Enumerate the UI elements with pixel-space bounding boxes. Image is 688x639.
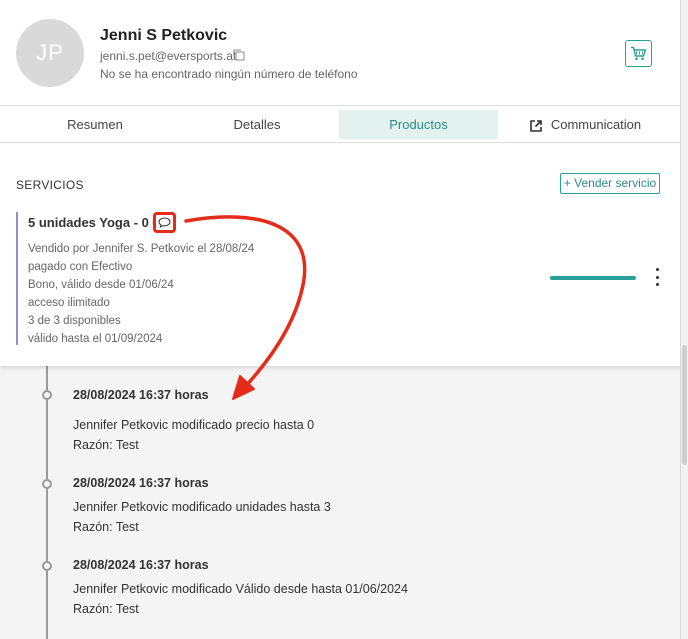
customer-panel: JP Jenni S Petkovic jenni.s.pet@everspor… bbox=[0, 0, 681, 639]
copy-icon[interactable] bbox=[232, 48, 246, 62]
history-timeline: 28/08/2024 16:37 horas Jennifer Petkovic… bbox=[0, 366, 680, 639]
timeline-text: Jennifer Petkovic modificado unidades ha… bbox=[73, 500, 331, 514]
customer-email: jenni.s.pet@eversports.at bbox=[100, 49, 237, 63]
avatar: JP bbox=[16, 19, 84, 87]
service-item: 5 unidades Yoga - 0 € Vendido por Jennif… bbox=[16, 212, 676, 345]
service-detail-line: pagado con Efectivo bbox=[28, 261, 133, 273]
service-details: Vendido por Jennifer S. Petkovic el 28/0… bbox=[28, 240, 254, 348]
timeline-date: 28/08/2024 16:37 horas bbox=[73, 388, 209, 402]
service-detail-line: 3 de 3 disponibles bbox=[28, 315, 121, 327]
timeline-dot bbox=[42, 479, 52, 489]
tab-productos[interactable]: Productos bbox=[339, 110, 498, 139]
cart-button[interactable] bbox=[625, 40, 652, 67]
scrollbar-thumb[interactable] bbox=[682, 345, 687, 465]
timeline-line bbox=[46, 366, 48, 639]
services-heading: SERVICIOS bbox=[16, 178, 84, 192]
service-detail-line: Vendido por Jennifer S. Petkovic el 28/0… bbox=[28, 243, 255, 255]
timeline-text: Jennifer Petkovic modificado precio hast… bbox=[73, 418, 315, 432]
timeline-reason: Razón: Test bbox=[73, 438, 139, 452]
kebab-menu-icon[interactable] bbox=[652, 268, 662, 286]
sell-service-button[interactable]: + Vender servicio bbox=[560, 173, 660, 194]
comment-icon[interactable] bbox=[153, 212, 176, 233]
tab-detalles[interactable]: Detalles bbox=[162, 110, 352, 139]
service-detail-line: acceso ilimitado bbox=[28, 297, 110, 309]
external-link-icon bbox=[530, 119, 542, 132]
tab-communication-label: Communication bbox=[550, 117, 642, 132]
customer-header: JP Jenni S Petkovic jenni.s.pet@everspor… bbox=[0, 0, 680, 106]
speech-bubble-icon bbox=[158, 217, 171, 228]
timeline-dot bbox=[42, 561, 52, 571]
services-card: SERVICIOS + Vender servicio 5 unidades Y… bbox=[0, 144, 680, 366]
customer-phone: No se ha encontrado ningún número de tel… bbox=[100, 67, 358, 81]
scrollbar-track[interactable] bbox=[681, 0, 688, 639]
units-progress-bar bbox=[550, 276, 636, 280]
timeline-date: 28/08/2024 16:37 horas bbox=[73, 558, 209, 572]
service-title: 5 unidades Yoga - 0 € bbox=[28, 215, 160, 230]
cart-icon bbox=[631, 46, 647, 61]
timeline-date: 28/08/2024 16:37 horas bbox=[73, 476, 209, 490]
tab-bar: Resumen Detalles Productos Communication bbox=[0, 107, 680, 143]
timeline-reason: Razón: Test bbox=[73, 602, 139, 616]
tab-communication[interactable]: Communication bbox=[505, 110, 665, 139]
timeline-dot bbox=[42, 390, 52, 400]
timeline-reason: Razón: Test bbox=[73, 520, 139, 534]
timeline-text: Jennifer Petkovic modificado Válido desd… bbox=[73, 582, 408, 596]
service-detail-line: Bono, válido desde 01/06/24 bbox=[28, 279, 174, 291]
service-detail-line: válido hasta el 01/09/2024 bbox=[28, 333, 163, 345]
customer-name: Jenni S Petkovic bbox=[100, 27, 228, 44]
